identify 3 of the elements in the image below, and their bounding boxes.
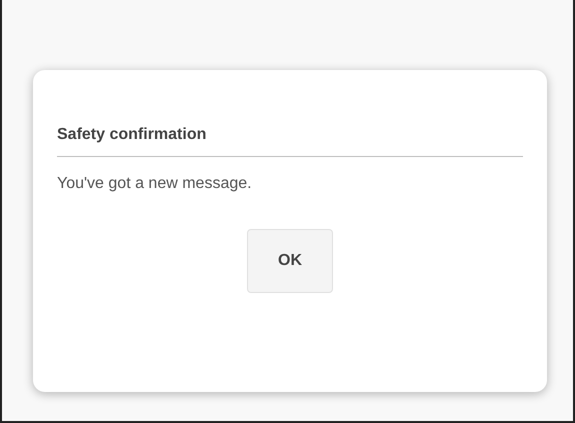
ok-button[interactable]: OK: [247, 229, 333, 293]
dialog-message: You've got a new message.: [57, 175, 253, 193]
dialog-title: Safety confirmation: [57, 126, 523, 157]
